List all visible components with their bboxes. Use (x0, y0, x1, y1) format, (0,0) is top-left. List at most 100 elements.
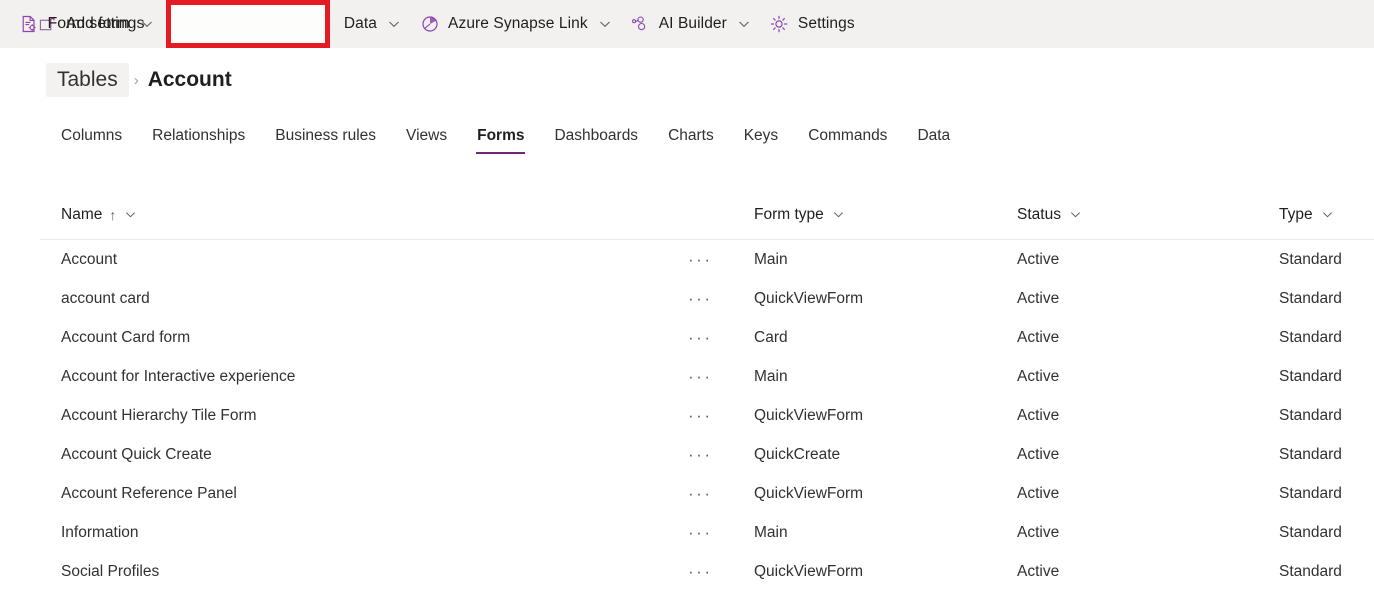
table-row[interactable]: Account Card form ··· Card Active Standa… (40, 318, 1374, 357)
row-menu-icon[interactable]: ··· (685, 286, 715, 311)
cell-name: Information (40, 524, 685, 542)
tab-charts[interactable]: Charts (653, 121, 729, 154)
tab-commands-label: Commands (808, 127, 887, 144)
column-header-status[interactable]: Status (1017, 206, 1279, 224)
tab-charts-label: Charts (668, 127, 714, 144)
cell-actions: ··· (685, 481, 754, 506)
cell-form-type: QuickViewForm (754, 290, 1017, 308)
tab-forms-label: Forms (477, 127, 524, 144)
command-form-settings[interactable]: Form settings (0, 0, 164, 48)
cell-name: Account for Interactive experience (40, 368, 685, 386)
command-form-settings-label: Form settings (48, 15, 145, 33)
tab-business-rules-label: Business rules (275, 127, 376, 144)
cell-name: Account Reference Panel (40, 485, 685, 503)
tab-keys[interactable]: Keys (729, 121, 793, 154)
cell-form-type: Main (754, 251, 1017, 269)
cell-type: Standard (1279, 290, 1374, 308)
tab-columns[interactable]: Columns (46, 121, 137, 154)
table-row[interactable]: Information ··· Main Active Standard (40, 513, 1374, 552)
cell-type: Standard (1279, 485, 1374, 503)
column-header-type[interactable]: Type (1279, 206, 1374, 224)
command-data-label: Data (344, 15, 377, 33)
sort-ascending-icon: ↑ (109, 207, 116, 223)
command-settings-label: Settings (798, 15, 855, 33)
cell-status: Active (1017, 329, 1279, 347)
cell-type: Standard (1279, 368, 1374, 386)
row-menu-icon[interactable]: ··· (685, 481, 715, 506)
cell-status: Active (1017, 563, 1279, 581)
cell-name: Account (40, 251, 685, 269)
command-ai-builder[interactable]: AI Builder (621, 4, 760, 44)
table-row[interactable]: Account for Interactive experience ··· M… (40, 357, 1374, 396)
cell-actions: ··· (685, 286, 754, 311)
row-menu-icon[interactable]: ··· (685, 364, 715, 389)
command-azure-synapse-link[interactable]: Azure Synapse Link (410, 4, 621, 44)
row-menu-icon[interactable]: ··· (685, 559, 715, 584)
table-row[interactable]: Account Reference Panel ··· QuickViewFor… (40, 474, 1374, 513)
cell-type: Standard (1279, 446, 1374, 464)
cell-actions: ··· (685, 520, 754, 545)
tab-business-rules[interactable]: Business rules (260, 121, 391, 154)
cell-actions: ··· (685, 247, 754, 272)
tab-views[interactable]: Views (391, 121, 462, 154)
command-azure-synapse-link-label: Azure Synapse Link (448, 15, 588, 33)
cell-name: account card (40, 290, 685, 308)
table-row[interactable]: account card ··· QuickViewForm Active St… (40, 279, 1374, 318)
command-settings[interactable]: Settings (760, 4, 865, 44)
cell-status: Active (1017, 368, 1279, 386)
cell-status: Active (1017, 524, 1279, 542)
tab-data[interactable]: Data (902, 121, 965, 154)
tab-relationships-label: Relationships (152, 127, 245, 144)
cell-type: Standard (1279, 251, 1374, 269)
cell-actions: ··· (685, 559, 754, 584)
command-ai-builder-label: AI Builder (659, 15, 727, 33)
highlight-annotation-box (166, 0, 330, 48)
tab-data-label: Data (917, 127, 950, 144)
breadcrumb-separator-icon: › (134, 72, 139, 89)
cell-name: Account Card form (40, 329, 685, 347)
row-menu-icon[interactable]: ··· (685, 403, 715, 428)
breadcrumb-tables-link[interactable]: Tables (46, 63, 129, 97)
column-header-name[interactable]: Name ↑ (40, 206, 685, 224)
page-title: Account (144, 63, 236, 97)
grid-header-row: Name ↑ Form type Status Type (40, 190, 1374, 240)
column-header-form-type-label: Form type (754, 206, 824, 224)
row-menu-icon[interactable]: ··· (685, 442, 715, 467)
cell-actions: ··· (685, 325, 754, 350)
chevron-down-icon[interactable] (388, 18, 400, 30)
column-header-form-type[interactable]: Form type (754, 206, 1017, 224)
cell-name: Account Quick Create (40, 446, 685, 464)
cell-type: Standard (1279, 329, 1374, 347)
row-menu-icon[interactable]: ··· (685, 325, 715, 350)
form-settings-icon (20, 15, 39, 34)
column-header-name-label: Name (61, 206, 102, 224)
table-row[interactable]: Account Quick Create ··· QuickCreate Act… (40, 435, 1374, 474)
forms-grid: Name ↑ Form type Status Type Acco (40, 190, 1374, 591)
chevron-down-icon[interactable] (833, 209, 844, 220)
chevron-down-icon[interactable] (1322, 209, 1333, 220)
tab-commands[interactable]: Commands (793, 121, 902, 154)
chevron-down-icon[interactable] (125, 209, 136, 220)
table-row[interactable]: Account ··· Main Active Standard (40, 240, 1374, 279)
cell-status: Active (1017, 290, 1279, 308)
tab-relationships[interactable]: Relationships (137, 121, 260, 154)
row-menu-icon[interactable]: ··· (685, 520, 715, 545)
column-header-status-label: Status (1017, 206, 1061, 224)
cell-form-type: Main (754, 524, 1017, 542)
tab-dashboards[interactable]: Dashboards (539, 121, 653, 154)
chevron-down-icon[interactable] (599, 18, 611, 30)
table-row[interactable]: Account Hierarchy Tile Form ··· QuickVie… (40, 396, 1374, 435)
entity-tabs: Columns Relationships Business rules Vie… (46, 112, 965, 154)
tab-forms[interactable]: Forms (462, 121, 539, 154)
table-row[interactable]: Social Profiles ··· QuickViewForm Active… (40, 552, 1374, 591)
cell-actions: ··· (685, 364, 754, 389)
cell-form-type: QuickViewForm (754, 407, 1017, 425)
cell-form-type: Main (754, 368, 1017, 386)
row-menu-icon[interactable]: ··· (685, 247, 715, 272)
ai-builder-icon (631, 15, 650, 34)
cell-type: Standard (1279, 563, 1374, 581)
cell-form-type: QuickViewForm (754, 563, 1017, 581)
tab-keys-label: Keys (744, 127, 778, 144)
chevron-down-icon[interactable] (1070, 209, 1081, 220)
chevron-down-icon[interactable] (738, 18, 750, 30)
